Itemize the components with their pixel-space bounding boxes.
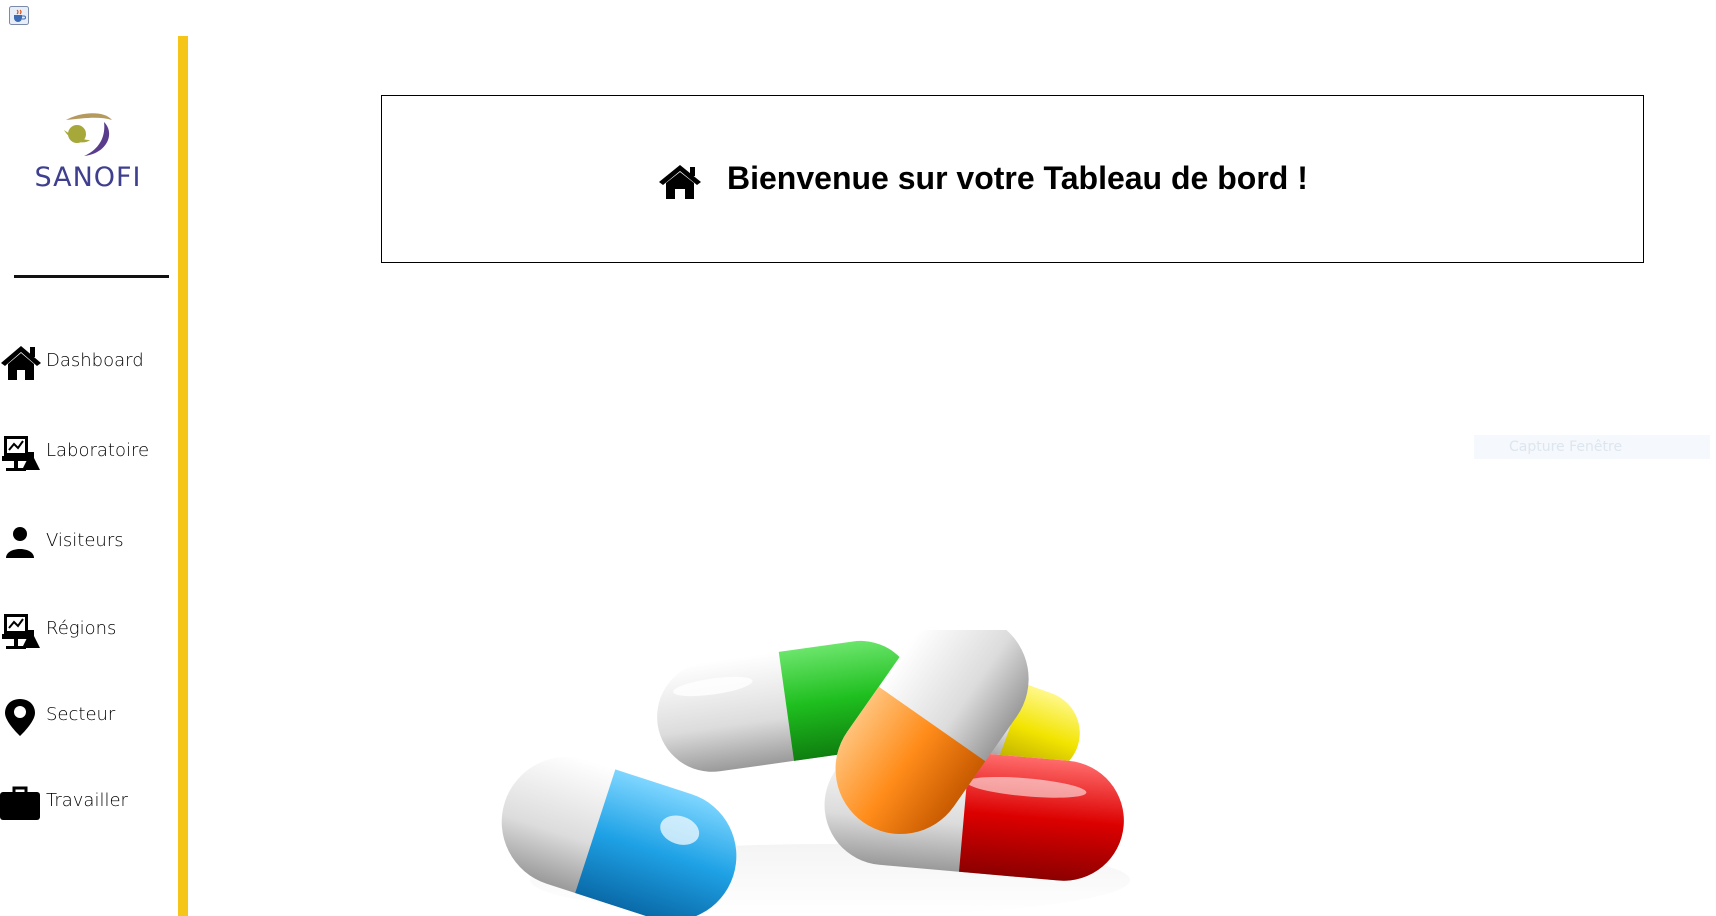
sidebar-divider — [14, 275, 169, 278]
pills-illustration — [501, 630, 1130, 916]
sidebar-item-label: Travailler — [46, 790, 128, 811]
sidebar-item-visiteurs[interactable]: Visiteurs — [0, 520, 176, 566]
sidebar-item-label: Visiteurs — [46, 530, 124, 551]
user-icon — [6, 527, 34, 558]
lab-icon — [2, 436, 40, 471]
java-cup-icon[interactable] — [9, 6, 29, 25]
sidebar-item-label: Régions — [46, 618, 117, 639]
sidebar-item-label: Dashboard — [46, 350, 144, 371]
sidebar-item-travailler[interactable]: Travailler — [0, 780, 176, 826]
sidebar-item-label: Laboratoire — [46, 440, 150, 461]
capture-watermark: Capture Fenêtre — [1474, 435, 1710, 459]
home-icon — [659, 165, 701, 199]
home-icon — [1, 346, 41, 380]
sidebar-accent-bar — [178, 36, 188, 916]
sidebar-item-secteur[interactable]: Secteur — [0, 694, 176, 740]
map-pin-icon — [5, 699, 35, 736]
sanofi-logo: SANOFI — [30, 110, 146, 196]
welcome-panel: Bienvenue sur votre Tableau de bord ! — [381, 95, 1644, 263]
lab-icon — [2, 614, 40, 649]
sidebar-item-regions[interactable]: Régions — [0, 608, 176, 654]
sidebar-item-label: Secteur — [46, 704, 116, 725]
logo-text: SANOFI — [34, 162, 142, 193]
page-title: Bienvenue sur votre Tableau de bord ! — [727, 160, 1308, 196]
sidebar-item-laboratoire[interactable]: Laboratoire — [0, 430, 176, 476]
sanofi-bird-icon — [64, 113, 112, 156]
sidebar-item-dashboard[interactable]: Dashboard — [0, 340, 176, 386]
briefcase-icon — [0, 786, 40, 820]
